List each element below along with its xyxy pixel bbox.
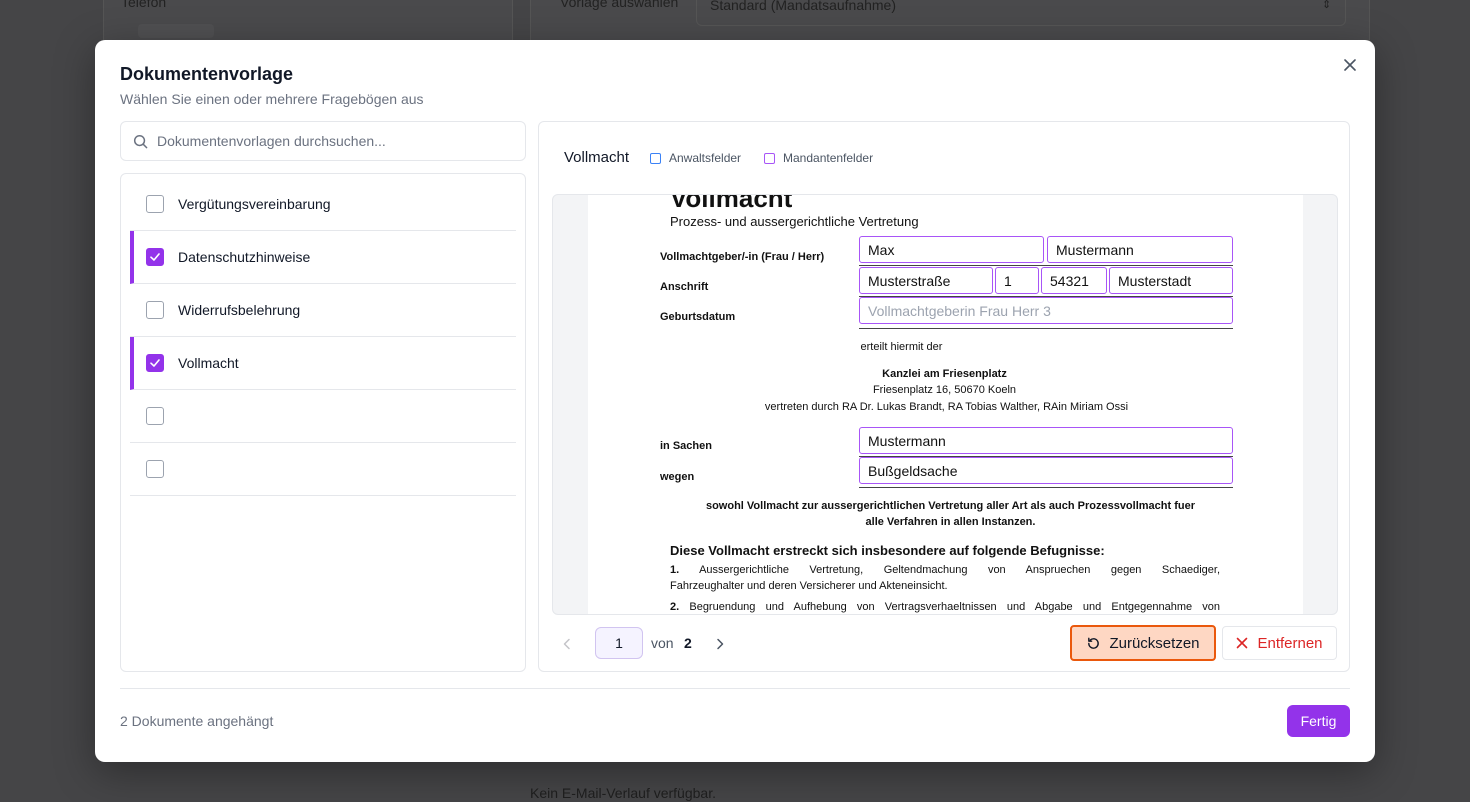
template-item-unnamed[interactable] <box>130 390 516 443</box>
template-item-unnamed[interactable] <box>130 443 516 496</box>
power-number: 1. <box>670 564 680 576</box>
footer-divider <box>120 688 1350 689</box>
preview-title: Vollmacht <box>564 149 630 166</box>
close-icon <box>1344 59 1356 71</box>
document-subheading: Prozess- und aussergerichtliche Vertretu… <box>670 214 919 229</box>
legend-label: Mandantenfelder <box>783 151 874 165</box>
checkmark-icon <box>150 253 160 261</box>
template-label: Datenschutzhinweise <box>178 249 311 265</box>
field-birthdate[interactable]: Vollmachtgeberin Frau Herr 3 <box>859 297 1233 324</box>
search-input[interactable] <box>157 133 507 149</box>
background-template-select-value: Standard (Mandatsaufnahme) <box>710 0 896 13</box>
underline <box>859 328 1233 329</box>
template-label: Widerrufsbelehrung <box>178 302 301 318</box>
template-list: Vergütungsvereinbarung Datenschutzhinwei… <box>120 173 526 672</box>
powers-heading: Diese Vollmacht erstreckt sich insbesond… <box>670 543 1105 558</box>
power-number: 2. <box>670 601 680 613</box>
field-last-name[interactable]: Mustermann <box>1047 236 1233 263</box>
legend-lawyer-swatch <box>650 152 661 164</box>
scope-line-1: sowohl Vollmacht zur aussergerichtlichen… <box>705 500 1196 512</box>
firm-address: Friesenplatz 16, 50670 Koeln <box>872 384 1017 396</box>
document-page: Vollmacht Prozess- und aussergerichtlich… <box>588 194 1303 614</box>
reset-button[interactable]: Zurücksetzen <box>1070 625 1216 661</box>
rotate-ccw-icon <box>1088 637 1100 649</box>
field-regarding[interactable]: Bußgeldsache <box>859 457 1233 484</box>
dialog-subtitle: Wählen Sie einen oder mehrere Fragebögen… <box>120 91 424 107</box>
power-1-line-2: Fahrzeughalter und deren Versicherer und… <box>670 580 948 592</box>
chevron-updown-icon: ⇕ <box>1322 0 1332 11</box>
template-checkbox[interactable] <box>146 301 164 319</box>
label-matter: in Sachen <box>660 440 712 452</box>
template-checkbox[interactable] <box>146 195 164 213</box>
power-text: Begruendung und Aufhebung von Vertragsve… <box>689 601 1220 613</box>
granted-to-text: erteilt hiermit der <box>860 341 943 353</box>
search-box <box>120 121 526 161</box>
document-viewer[interactable]: Vollmacht Prozess- und aussergerichtlich… <box>552 194 1338 615</box>
document-preview-panel: Vollmacht Anwaltsfelder Mandantenfelder … <box>538 121 1350 672</box>
legend-client-swatch <box>764 152 775 164</box>
page-of-label: von <box>651 635 674 651</box>
template-item-verguetungsvereinbarung[interactable]: Vergütungsvereinbarung <box>130 178 516 231</box>
template-item-widerrufsbelehrung[interactable]: Widerrufsbelehrung <box>130 284 516 337</box>
close-button[interactable] <box>1341 56 1359 74</box>
power-text: Aussergerichtliche Vertretung, Geltendma… <box>699 564 1220 576</box>
background-phone-value <box>138 24 214 38</box>
remove-label: Entfernen <box>1257 634 1323 652</box>
template-checkbox[interactable] <box>146 248 164 266</box>
scope-line-2: alle Verfahren in allen Instanzen. <box>865 516 1036 528</box>
field-matter[interactable]: Mustermann <box>859 427 1233 454</box>
reset-label: Zurücksetzen <box>1109 634 1200 652</box>
x-icon <box>1237 637 1248 649</box>
legend-client-fields: Mandantenfelder <box>764 151 873 165</box>
background-template-label: Vorlage auswählen <box>560 0 679 10</box>
label-address: Anschrift <box>660 281 709 293</box>
template-label: Vollmacht <box>178 355 239 371</box>
label-birthdate: Geburtsdatum <box>660 311 736 323</box>
field-street[interactable]: Musterstraße <box>859 267 993 294</box>
chevron-left-icon[interactable] <box>560 637 574 651</box>
attached-count-text: 2 Dokumente angehängt <box>120 713 274 729</box>
template-checkbox[interactable] <box>146 354 164 372</box>
field-zip[interactable]: 54321 <box>1041 267 1107 294</box>
background-phone-label: Telefon <box>121 0 167 10</box>
background-email-history-text: Kein E-Mail-Verlauf verfügbar. <box>530 785 716 801</box>
document-heading: Vollmacht <box>670 194 793 213</box>
template-label: Vergütungsvereinbarung <box>178 196 331 212</box>
search-icon <box>133 134 148 148</box>
label-regarding: wegen <box>660 471 695 483</box>
template-item-datenschutzhinweise[interactable]: Datenschutzhinweise <box>130 231 516 284</box>
document-template-dialog: Dokumentenvorlage Wählen Sie einen oder … <box>95 40 1375 762</box>
underline <box>859 487 1233 488</box>
underline <box>859 265 1233 266</box>
template-item-vollmacht[interactable]: Vollmacht <box>130 337 516 390</box>
page-total: 2 <box>684 635 692 651</box>
chevron-right-icon[interactable] <box>713 637 727 651</box>
done-button[interactable]: Fertig <box>1287 705 1350 737</box>
label-grantor: Vollmachtgeber/-in (Frau / Herr) <box>660 251 825 263</box>
legend-label: Anwaltsfelder <box>669 151 742 165</box>
legend-lawyer-fields: Anwaltsfelder <box>650 151 741 165</box>
firm-represented: vertreten durch RA Dr. Lukas Brandt, RA … <box>764 401 1129 413</box>
checkmark-icon <box>150 359 160 367</box>
remove-button[interactable]: Entfernen <box>1222 626 1337 660</box>
power-1-line-1: 1. Aussergerichtliche Vertretung, Gelten… <box>670 562 1220 578</box>
field-city[interactable]: Musterstadt <box>1109 267 1233 294</box>
firm-name: Kanzlei am Friesenplatz <box>882 368 1007 380</box>
template-checkbox[interactable] <box>146 407 164 425</box>
power-2-line-1: 2. Begruendung und Aufhebung von Vertrag… <box>670 599 1220 614</box>
template-checkbox[interactable] <box>146 460 164 478</box>
page-number-input[interactable]: 1 <box>595 627 643 659</box>
field-first-name[interactable]: Max <box>859 236 1044 263</box>
field-house-number[interactable]: 1 <box>995 267 1039 294</box>
dialog-title: Dokumentenvorlage <box>120 64 294 84</box>
